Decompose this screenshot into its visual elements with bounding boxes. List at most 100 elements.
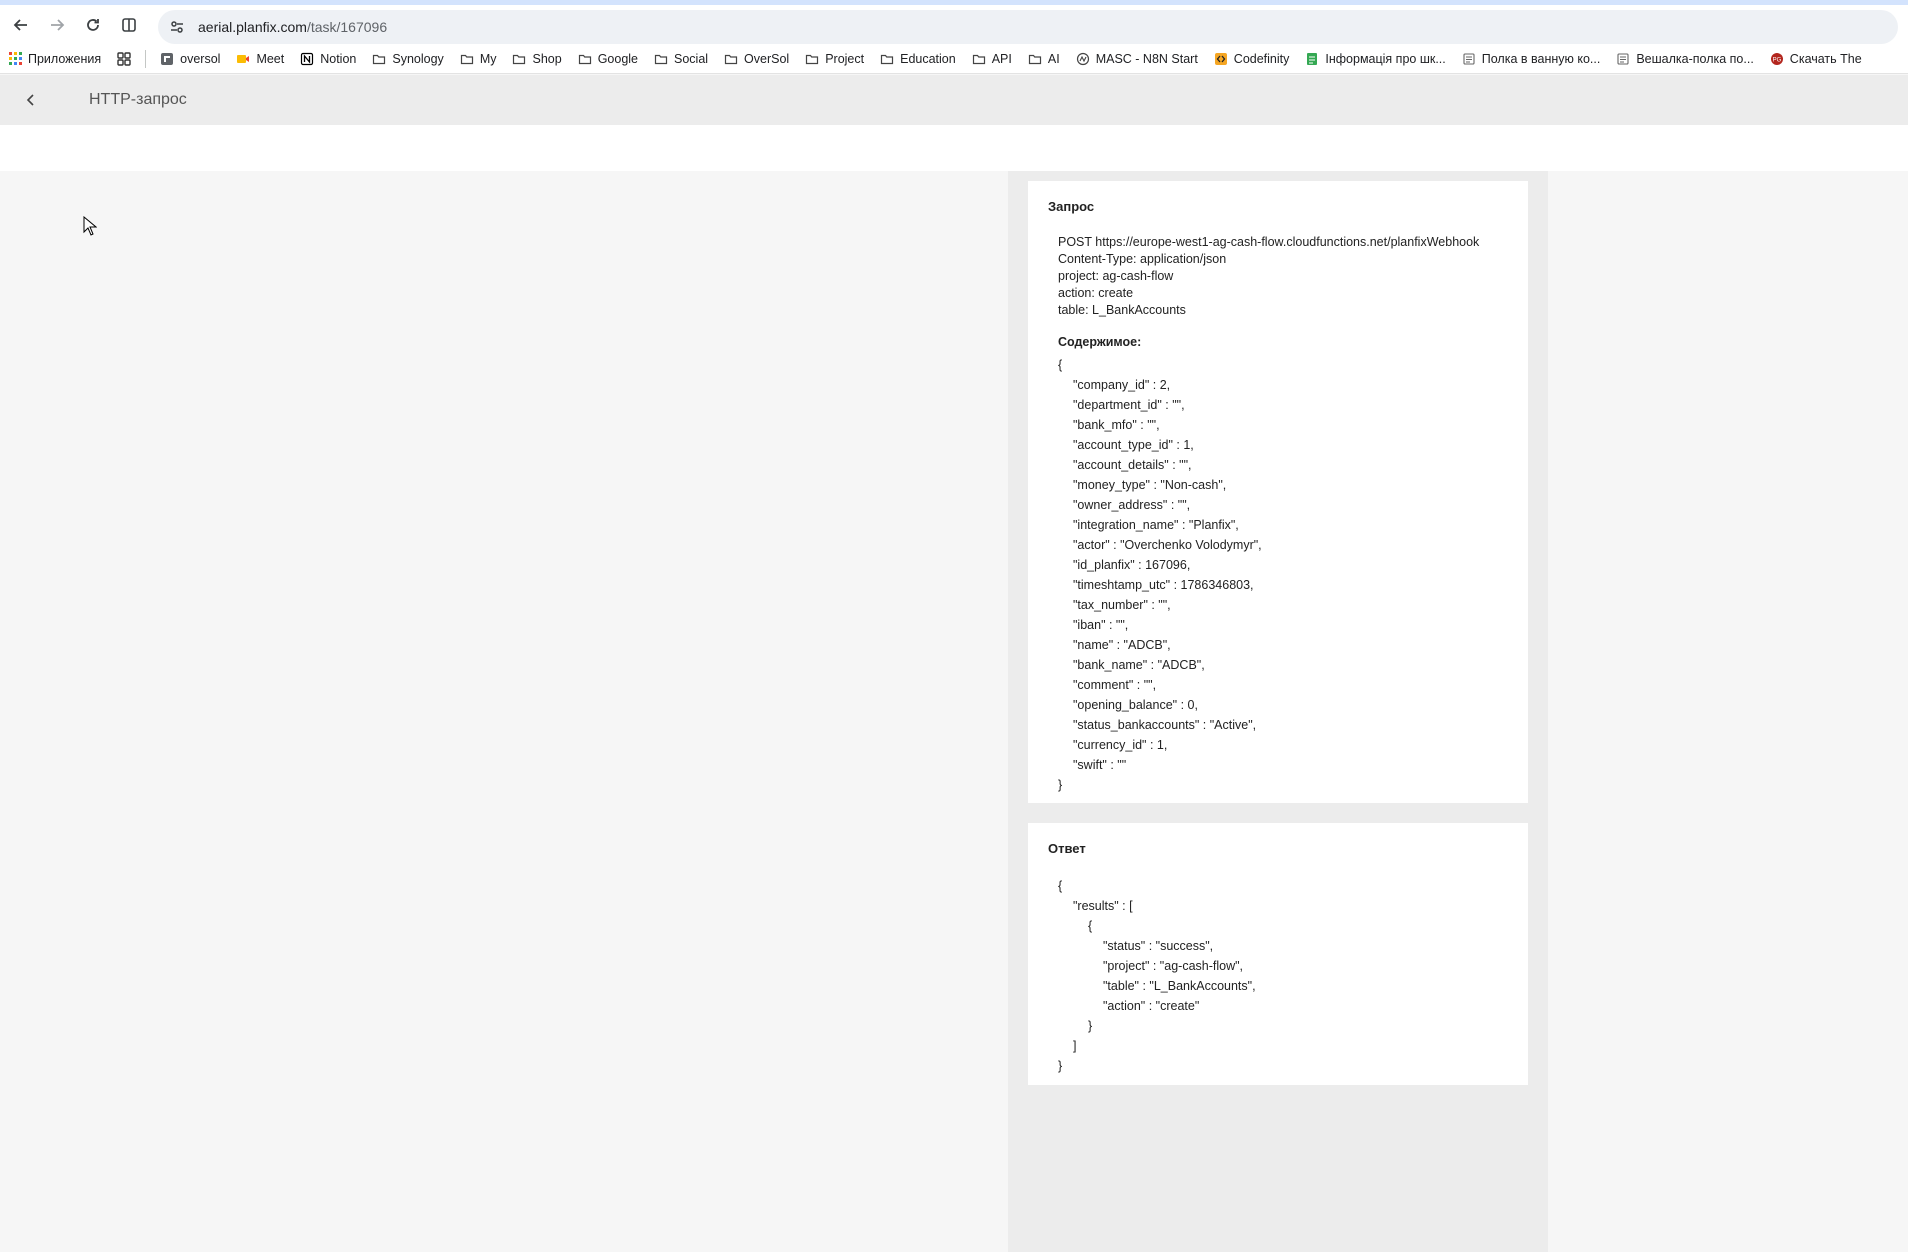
json-field-line: "account_type_id" : 1, — [1073, 438, 1194, 452]
apps-grid-icon — [8, 52, 22, 66]
bookmark-label: API — [991, 51, 1012, 66]
url-path: /task/167096 — [306, 19, 388, 35]
url-text: aerial.planfix.com/task/167096 — [198, 19, 387, 35]
toolbar-strip — [0, 125, 1908, 171]
meet-icon — [236, 52, 250, 66]
json-open-brace: { — [1058, 358, 1063, 372]
mouse-cursor-icon — [83, 216, 97, 236]
json-field-line: "timeshtamp_utc" : 1786346803, — [1073, 578, 1254, 592]
bookmark-api[interactable]: API — [964, 46, 1020, 72]
bookmark-label: Education — [900, 51, 956, 66]
bookmark-meet[interactable]: Meet — [228, 46, 292, 72]
bookmark-label: Meet — [256, 51, 285, 66]
url-host: aerial.planfix.com — [198, 19, 307, 35]
site-info-icon[interactable] — [164, 14, 190, 40]
bookmarks-separator — [145, 49, 147, 68]
bookmark-synology[interactable]: Synology — [364, 46, 451, 72]
forward-arrow-icon[interactable] — [42, 10, 72, 40]
folder-icon — [972, 52, 986, 66]
folder-icon — [654, 52, 668, 66]
bookmark-my[interactable]: My — [452, 46, 505, 72]
bookmark-shop[interactable]: Shop — [504, 46, 569, 72]
bookmark-label: AI — [1047, 51, 1060, 66]
bookmark-label: Вешалка-полка по... — [1636, 51, 1754, 66]
page-title: HTTP-запрос — [89, 91, 187, 108]
json-field-line: "status_bankaccounts" : "Active", — [1073, 718, 1257, 732]
bookmark-скачать-the[interactable]: PG Скачать The — [1762, 46, 1870, 72]
json-field-line: "bank_mfo" : "", — [1073, 418, 1160, 432]
request-header-line: Content-Type: application/json — [1058, 252, 1227, 266]
bookmark-project[interactable]: Project — [797, 46, 872, 72]
bookmark-google[interactable]: Google — [570, 46, 646, 72]
bookmark-label: My — [479, 51, 497, 66]
response-json-line: } — [1088, 1019, 1093, 1033]
response-json-line: } — [1058, 1059, 1063, 1073]
json-field-line: "tax_number" : "", — [1073, 598, 1171, 612]
back-arrow-icon[interactable] — [6, 10, 36, 40]
request-header-line: action: create — [1058, 286, 1134, 300]
bookmark-label: Synology — [392, 51, 444, 66]
request-card: Запрос POST https://europe-west1-ag-cash… — [1028, 181, 1528, 803]
request-body: "company_id" : 2, "department_id" : "", "b… — [1048, 375, 1508, 775]
bookmark-label: Notion — [320, 51, 357, 66]
response-json-line: "status" : "success", — [1103, 939, 1214, 953]
chevron-left-icon[interactable] — [16, 85, 46, 115]
bookmark-masc-n8n-start[interactable]: MASC - N8N Start — [1068, 46, 1206, 72]
json-field-line: "department_id" : "", — [1073, 398, 1185, 412]
bookmark-label: MASC - N8N Start — [1095, 51, 1198, 66]
request-body-title: Содержимое: — [1058, 335, 1142, 349]
json-field-line: "currency_id" : 1, — [1073, 738, 1168, 752]
red-badge-icon: PG — [1770, 52, 1784, 66]
bookmark-label: OverSol — [744, 51, 790, 66]
bookmark-social[interactable]: Social — [646, 46, 716, 72]
json-field-line: "actor" : "Overchenko Volodymyr", — [1073, 538, 1262, 552]
response-json-line: "project" : "ag-cash-flow", — [1103, 959, 1244, 973]
n8n-icon — [1076, 52, 1090, 66]
bookmark-oversol[interactable]: oversol — [152, 46, 228, 72]
reload-icon[interactable] — [78, 10, 108, 40]
json-field-line: "owner_address" : "", — [1073, 498, 1191, 512]
response-json-line: "results" : [ — [1073, 899, 1133, 913]
bookmark-label: Google — [597, 51, 638, 66]
bookmark-приложения[interactable]: Приложения — [0, 46, 109, 72]
response-json-line: { — [1058, 879, 1063, 893]
bookmark-oversol[interactable]: OverSol — [716, 46, 797, 72]
bookmark-полка-в-ванную-ко[interactable]: Полка в ванную ко... — [1454, 46, 1609, 72]
grid-icon — [117, 51, 131, 66]
bookmark-label: Shop — [532, 51, 562, 66]
folder-icon — [805, 52, 819, 66]
request-header-line: table: L_BankAccounts — [1058, 303, 1186, 317]
bookmark-label: Codefinity — [1233, 51, 1290, 66]
bookmark-label: Project — [825, 51, 865, 66]
response-card: Ответ { "results" : [ { "status" : "success… — [1028, 823, 1528, 1085]
bookmark-notion[interactable]: Notion — [292, 46, 364, 72]
favicon-oversol-icon — [160, 52, 174, 66]
response-json-line: "action" : "create" — [1103, 999, 1200, 1013]
bookmark-grid-icon[interactable] — [109, 46, 139, 72]
response-json-line: { — [1088, 919, 1093, 933]
json-field-line: "name" : "ADCB", — [1073, 638, 1171, 652]
bookmark-education[interactable]: Education — [872, 46, 964, 72]
bookmark-інформація-про-шк[interactable]: Інформація про шк... — [1297, 46, 1453, 72]
page-icon — [1616, 52, 1630, 66]
bookmark-codefinity[interactable]: Codefinity — [1206, 46, 1298, 72]
response-body: { "results" : [ { "status" : "success", "pro… — [1048, 876, 1508, 1076]
response-json-line: "table" : "L_BankAccounts", — [1103, 979, 1256, 993]
bookmark-label: Скачать The — [1789, 51, 1862, 66]
json-field-line: "bank_name" : "ADCB", — [1073, 658, 1205, 672]
bookmark-вешалка-полка-по[interactable]: Вешалка-полка по... — [1608, 46, 1761, 72]
split-view-icon[interactable] — [114, 10, 144, 40]
bookmark-ai[interactable]: AI — [1020, 46, 1068, 72]
request-header-line: POST https://europe-west1-ag-cash-flow.c… — [1058, 235, 1480, 249]
json-field-line: "account_details" : "", — [1073, 458, 1192, 472]
folder-icon — [1028, 52, 1042, 66]
address-bar[interactable]: aerial.planfix.com/task/167096 — [158, 10, 1898, 44]
json-field-line: "iban" : "", — [1073, 618, 1129, 632]
bookmarks-bar: Приложения oversol Meet Notion Synology My Sho… — [0, 44, 1908, 74]
response-title: Ответ — [1048, 841, 1086, 856]
folder-icon — [460, 52, 474, 66]
folder-icon — [880, 52, 894, 66]
bookmark-label: Social — [674, 51, 709, 66]
json-field-line: "company_id" : 2, — [1073, 378, 1171, 392]
folder-icon — [512, 52, 526, 66]
